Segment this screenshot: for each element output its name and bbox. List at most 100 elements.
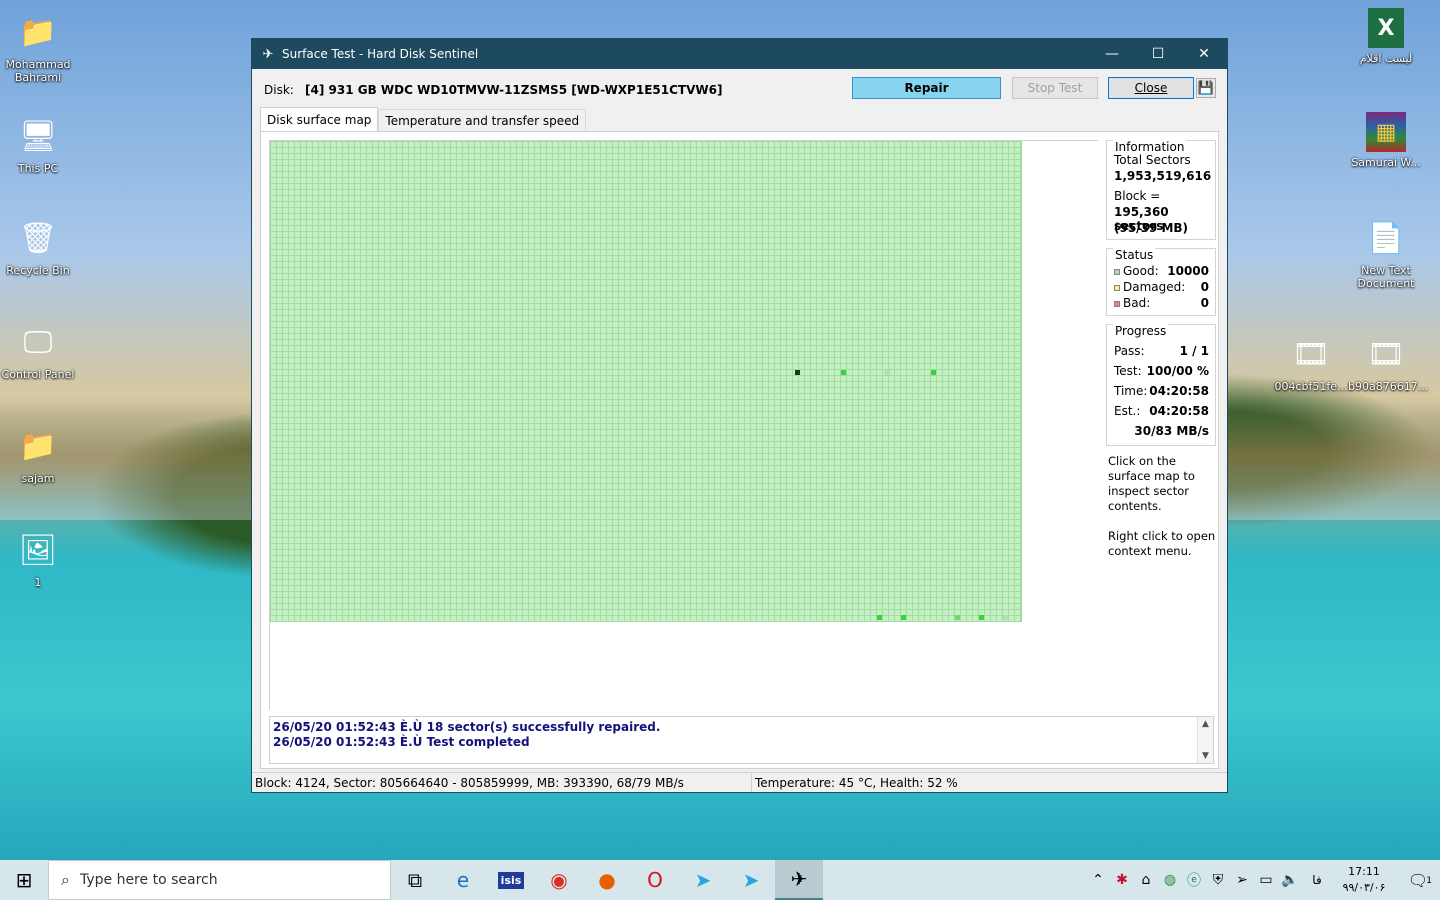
task-view-icon[interactable]: ⧉	[391, 860, 439, 900]
status-block-info: Block: 4124, Sector: 805664640 - 8058599…	[252, 773, 752, 792]
chrome-icon[interactable]: ◉	[535, 860, 583, 900]
desktop-icon-sajam[interactable]: 📁 sajam	[0, 424, 76, 485]
recycle-bin-icon: 🗑	[18, 220, 58, 256]
status-temperature-health: Temperature: 45 °C, Health: 52 %	[755, 775, 958, 790]
volume-icon[interactable]: 🔈	[1278, 872, 1302, 888]
taskbar: ⊞ ⌕ Type here to search ⧉ e isis ◉ ● O ➤…	[0, 860, 1440, 900]
search-icon: ⌕	[61, 870, 70, 889]
system-tray: ⌃ ✱ ⌂ ◍ ⓔ ⛨ ➢ ▭ 🔈 فا 17:11 ۹۹/۰۳/۰۶ 🗨 1	[1086, 860, 1440, 900]
surface-block-marker	[885, 370, 890, 375]
desktop-icon-recycle-bin[interactable]: 🗑 Recycle Bin	[0, 216, 76, 277]
good-label: Good:	[1123, 264, 1159, 278]
notification-icon[interactable]: 🗨 1	[1396, 871, 1440, 890]
window-title: Surface Test - Hard Disk Sentinel	[282, 47, 479, 61]
disk-surface-map[interactable]	[270, 141, 1022, 622]
surface-block-marker	[795, 370, 800, 375]
log-line: 26/05/20 01:52:43 È.Ù Test completed	[273, 735, 530, 749]
status-bar: Block: 4124, Sector: 805664640 - 8058599…	[252, 772, 1227, 792]
hd-sentinel-taskbar-icon[interactable]: ✈	[775, 860, 823, 900]
log-scrollbar[interactable]: ▲ ▼	[1197, 717, 1213, 763]
tab-disk-surface-map[interactable]: Disk surface map	[260, 107, 379, 131]
surface-test-window: ✈ Surface Test - Hard Disk Sentinel — ☐ …	[251, 38, 1228, 793]
information-box: Information Total Sectors 1,953,519,616 …	[1106, 140, 1216, 240]
desktop-icon-1[interactable]: 🖼 1	[0, 528, 76, 589]
tab-panel: Information Total Sectors 1,953,519,616 …	[260, 131, 1219, 769]
language-indicator[interactable]: فا	[1302, 873, 1332, 887]
network-app-icon[interactable]: ✱	[1110, 872, 1134, 888]
clock-date: ۹۹/۰۳/۰۶	[1342, 881, 1386, 894]
damaged-row: Damaged: 0	[1114, 279, 1209, 295]
damaged-swatch	[1114, 285, 1120, 291]
desktop-icon-this-pc[interactable]: 🖥 This PC	[0, 114, 76, 175]
windows-start-icon[interactable]: ⊞	[0, 860, 48, 900]
desktop-icon-video-2[interactable]: 🎞 b90a876617...	[1348, 332, 1428, 393]
close-button[interactable]: Close	[1108, 77, 1194, 99]
minimize-icon[interactable]: —	[1089, 39, 1135, 69]
hint-context-menu: Right click to open context menu.	[1108, 529, 1216, 558]
log-line: 26/05/20 01:52:43 È.Ù 18 sector(s) succe…	[273, 720, 661, 734]
computer-icon: 🖥	[18, 118, 58, 154]
firefox-icon[interactable]: ●	[583, 860, 631, 900]
globe-icon[interactable]: ◍	[1158, 872, 1182, 888]
video-file-icon: 🎞	[1291, 336, 1331, 372]
desktop-icon-new-text-document[interactable]: 📄 New Text Document	[1348, 216, 1424, 290]
surface-block-marker	[955, 615, 960, 620]
image-file-icon: 🖼	[18, 532, 58, 568]
est-row: Est.: 04:20:58	[1114, 401, 1209, 421]
maximize-icon[interactable]: ☐	[1135, 39, 1181, 69]
info-sidebar: Information Total Sectors 1,953,519,616 …	[1106, 140, 1216, 559]
good-swatch	[1114, 269, 1120, 275]
surface-block-marker	[979, 615, 984, 620]
pass-value: 1 / 1	[1179, 344, 1209, 358]
clock[interactable]: 17:11 ۹۹/۰۳/۰۶	[1332, 864, 1396, 896]
desktop-icon-samurai[interactable]: ▦ Samurai W...	[1348, 112, 1424, 169]
search-placeholder: Type here to search	[79, 872, 218, 888]
desktop-icon-control-panel[interactable]: 🖵 Control Panel	[0, 320, 76, 381]
desktop-icon-video-1[interactable]: 🎞 004cbf51fe...	[1273, 332, 1349, 393]
title-bar[interactable]: ✈ Surface Test - Hard Disk Sentinel — ☐ …	[252, 39, 1227, 69]
damaged-count: 0	[1200, 280, 1209, 294]
text-document-icon: 📄	[1367, 220, 1405, 256]
scroll-down-icon[interactable]: ▼	[1202, 751, 1209, 761]
save-icon[interactable]: 💾	[1196, 78, 1216, 98]
edge-icon[interactable]: e	[439, 860, 487, 900]
telegram-2-icon[interactable]: ➤	[727, 860, 775, 900]
usb-icon[interactable]: ⌂	[1134, 872, 1158, 888]
surface-map-area[interactable]	[269, 140, 1098, 710]
log-box[interactable]: 26/05/20 01:52:43 È.Ù 18 sector(s) succe…	[269, 716, 1214, 764]
surface-block-marker	[841, 370, 846, 375]
scroll-up-icon[interactable]: ▲	[1202, 719, 1209, 729]
search-box[interactable]: ⌕ Type here to search	[48, 860, 391, 900]
est-label: Est.:	[1114, 404, 1141, 418]
progress-box: Progress Pass: 1 / 1 Test: 100/00 % Time…	[1106, 324, 1216, 446]
chevron-up-icon[interactable]: ⌃	[1086, 872, 1110, 888]
test-row: Test: 100/00 %	[1114, 361, 1209, 381]
pass-label: Pass:	[1114, 344, 1145, 358]
bad-swatch	[1114, 301, 1120, 307]
edge-tray-icon[interactable]: ⓔ	[1182, 870, 1206, 890]
pass-row: Pass: 1 / 1	[1114, 341, 1209, 361]
send-icon[interactable]: ➢	[1230, 872, 1254, 888]
progress-caption: Progress	[1113, 324, 1169, 338]
stop-test-button[interactable]: Stop Test	[1012, 77, 1098, 99]
folder-user-icon: 📁	[19, 14, 57, 50]
folder-icon: 📁	[19, 428, 57, 464]
repair-button[interactable]: Repair	[852, 77, 1001, 99]
status-box: Status Good: 10000 Damaged: 0 Bad: 0	[1106, 248, 1216, 316]
bad-label: Bad:	[1123, 296, 1151, 310]
block-sectors-value: 195,360 sectors	[1114, 205, 1169, 233]
desktop-icon-excel-file[interactable]: X ليست اقلام	[1348, 8, 1424, 65]
bad-count: 0	[1200, 296, 1209, 310]
desktop-icon-user-folder[interactable]: 📁 Mohammad Bahrami	[0, 10, 76, 84]
isis-icon[interactable]: isis	[487, 860, 535, 900]
tab-temperature-transfer[interactable]: Temperature and transfer speed	[378, 109, 587, 131]
shield-icon[interactable]: ⛨	[1206, 872, 1230, 888]
opera-icon[interactable]: O	[631, 860, 679, 900]
excel-icon: X	[1368, 8, 1404, 48]
telegram-icon[interactable]: ➤	[679, 860, 727, 900]
test-label: Test:	[1114, 364, 1142, 378]
archive-icon: ▦	[1366, 112, 1406, 152]
close-window-icon[interactable]: ✕	[1181, 39, 1227, 69]
network-icon[interactable]: ▭	[1254, 872, 1278, 888]
surface-block-marker	[877, 615, 882, 620]
